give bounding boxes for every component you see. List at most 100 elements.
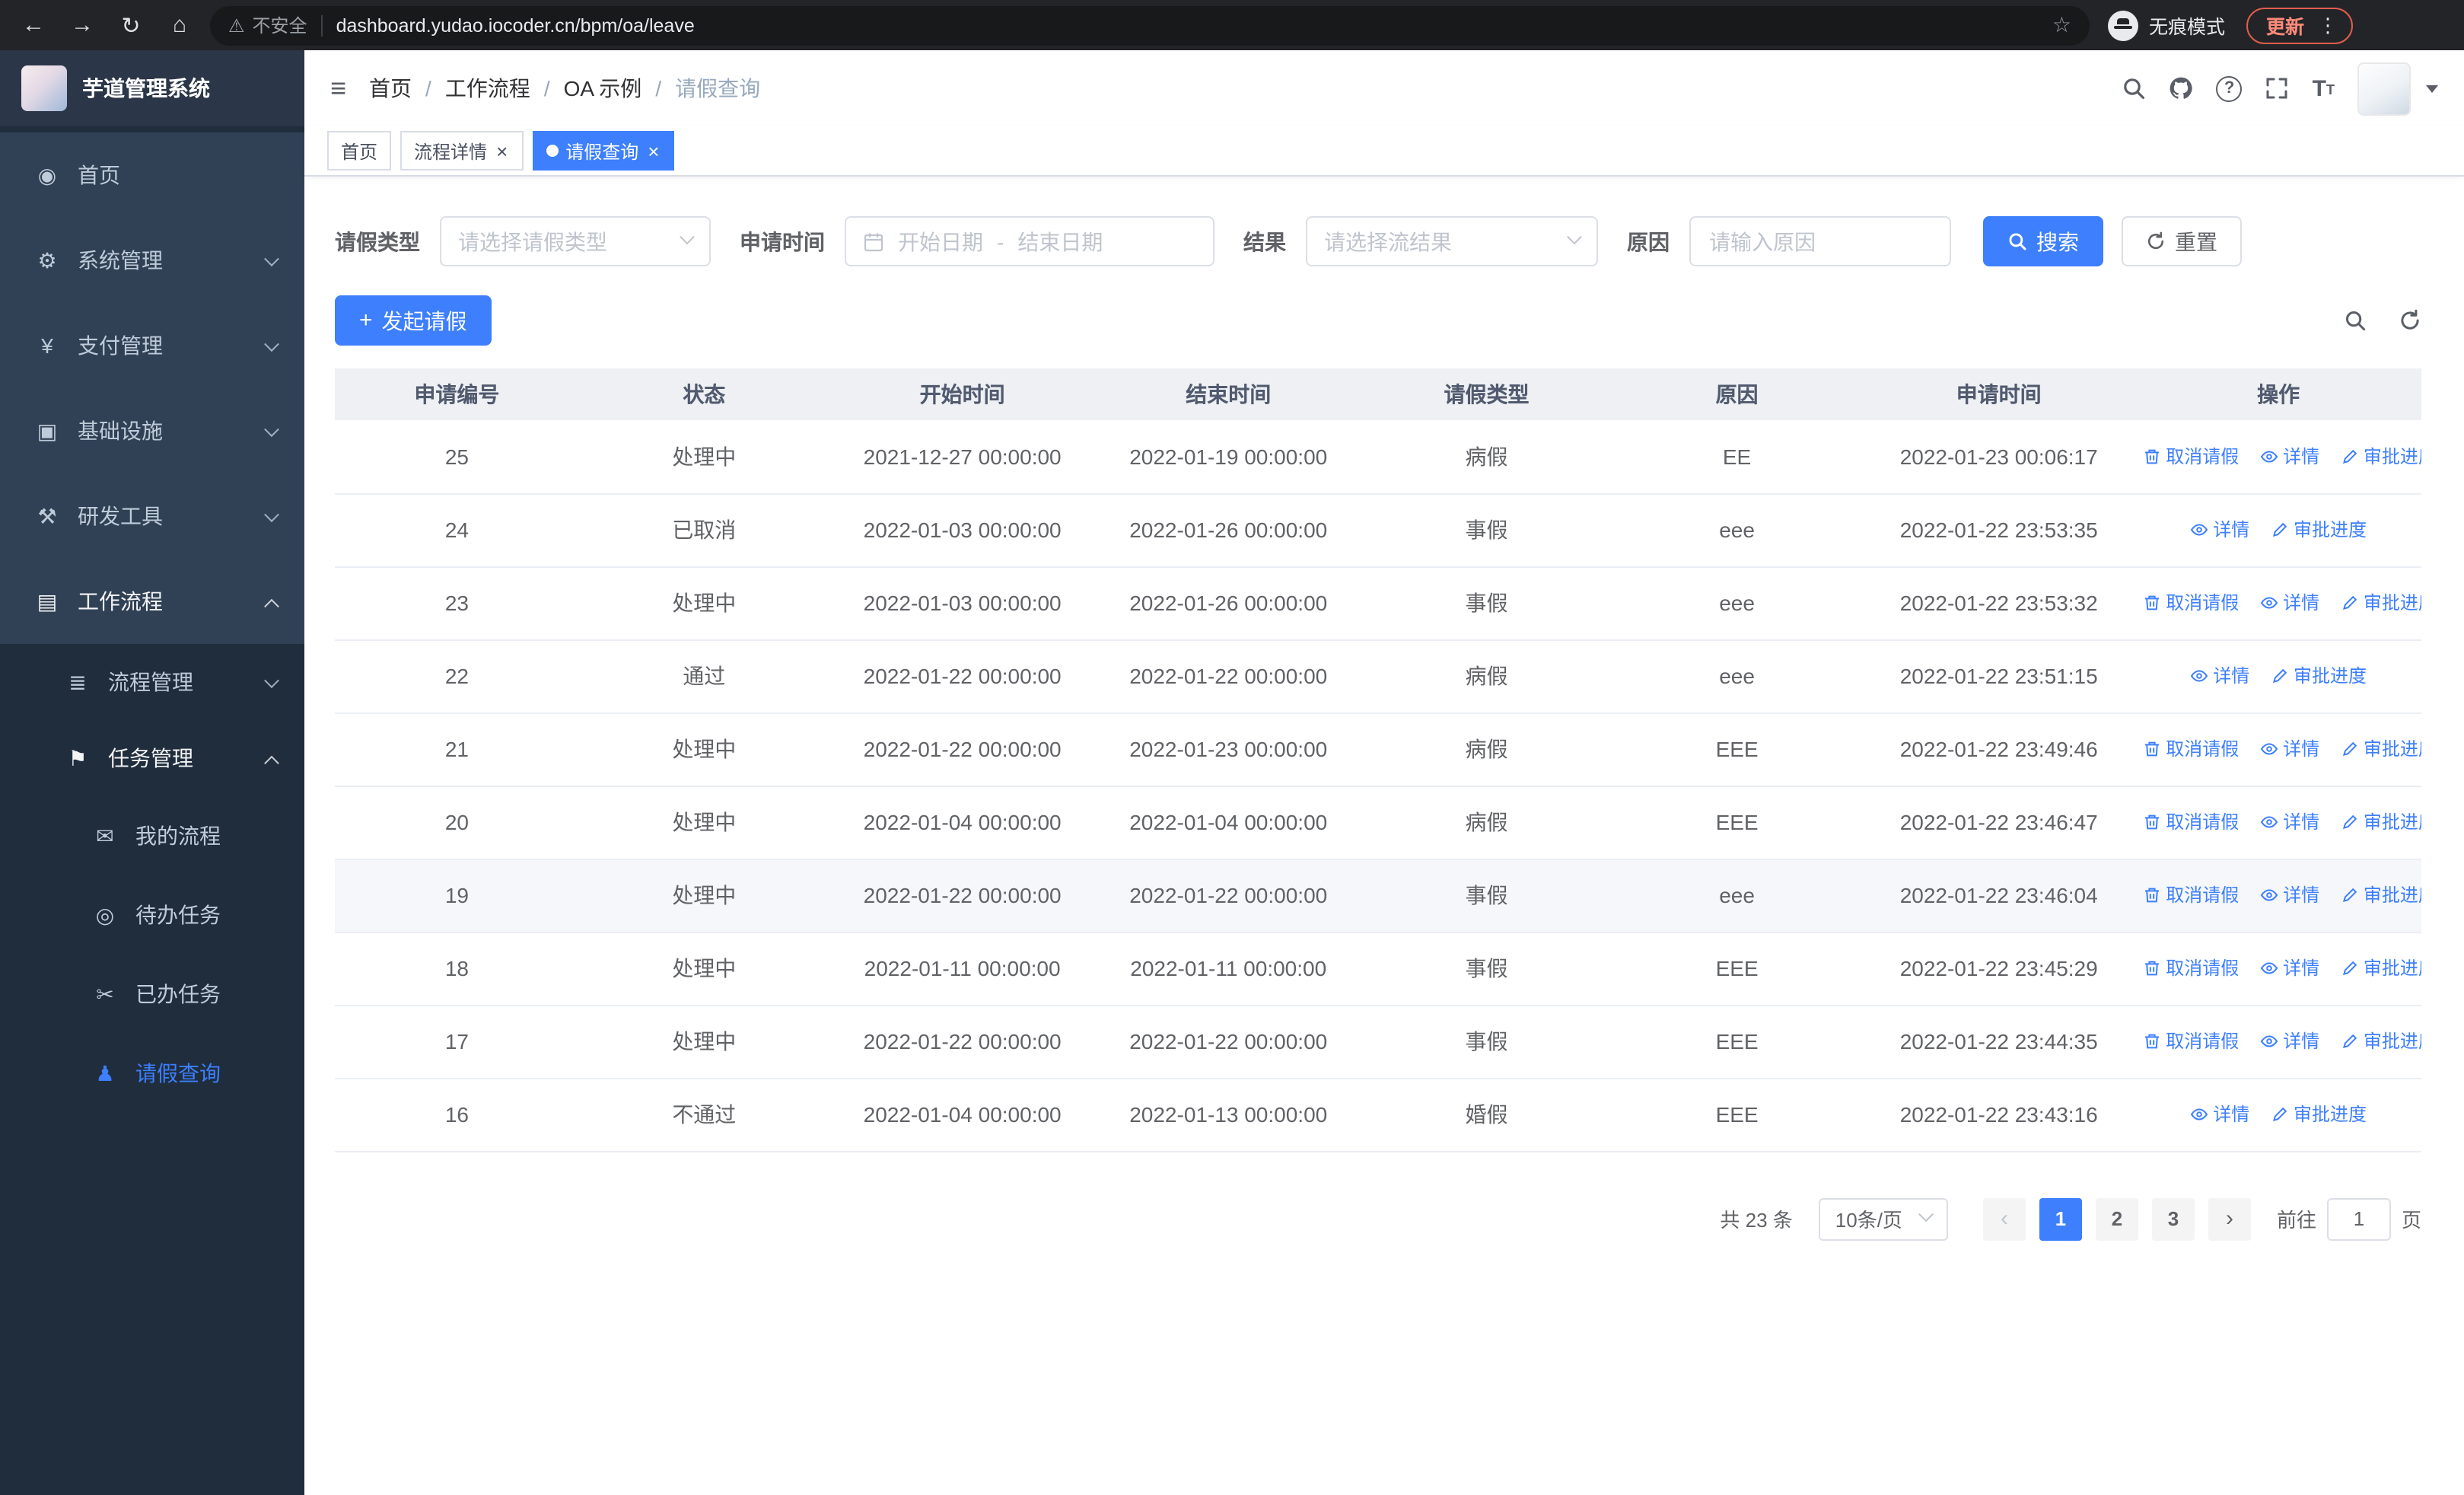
sidebar-submenu-item[interactable]: ⚑ 任务管理 xyxy=(0,720,304,796)
sidebar-top-group: ◉ 首页 ⚙ 系统管理 ¥ 支付管理 ▣ 基础设施 ⚒ 研发工具 ▤ 工作流程 xyxy=(0,132,304,644)
forward-icon[interactable]: → xyxy=(64,7,100,43)
detail-link[interactable]: 详情 xyxy=(2260,955,2319,981)
pen-icon xyxy=(2342,1034,2357,1048)
refresh-table-icon[interactable] xyxy=(2399,309,2421,332)
search-icon[interactable] xyxy=(2122,76,2147,100)
sidebar-menu-item[interactable]: ▣ 基础设施 xyxy=(0,388,304,473)
reload-icon[interactable]: ↻ xyxy=(113,7,149,43)
result-placeholder: 请选择流结果 xyxy=(1324,229,1452,253)
result-select[interactable]: 请选择流结果 xyxy=(1306,216,1598,266)
back-icon[interactable]: ← xyxy=(15,7,52,43)
approval-progress-link[interactable]: 审批进度 xyxy=(2341,955,2421,981)
caret-down-icon[interactable] xyxy=(2426,84,2438,92)
font-size-icon[interactable]: TT xyxy=(2313,77,2335,100)
approval-progress-link[interactable]: 审批进度 xyxy=(2341,590,2421,616)
result-label: 结果 xyxy=(1243,229,1286,253)
search-button[interactable]: 搜索 xyxy=(1983,216,2103,266)
github-icon[interactable] xyxy=(2170,76,2194,100)
collapse-sidebar-icon[interactable]: ≡ xyxy=(330,72,346,104)
detail-link[interactable]: 详情 xyxy=(2260,809,2319,835)
breadcrumb-item: OA 示例 / xyxy=(564,73,662,104)
tab-label: 流程详情 xyxy=(414,141,488,162)
reset-button[interactable]: 重置 xyxy=(2122,216,2242,266)
page-number-button[interactable]: 3 xyxy=(2151,1197,2195,1240)
detail-link[interactable]: 详情 xyxy=(2260,1028,2319,1054)
cell-status: 处理中 xyxy=(578,566,829,640)
detail-link[interactable]: 详情 xyxy=(2260,590,2319,616)
apply-time-range-picker[interactable]: 开始日期 - 结束日期 xyxy=(845,216,1214,266)
cancel-leave-link[interactable]: 取消请假 xyxy=(2143,590,2239,616)
cancel-leave-link[interactable]: 取消请假 xyxy=(2143,882,2239,908)
cancel-leave-link[interactable]: 取消请假 xyxy=(2143,736,2239,762)
toggle-search-icon[interactable] xyxy=(2344,309,2367,332)
jump-suffix-label: 页 xyxy=(2401,1209,2421,1232)
sidebar-menu-item[interactable]: ⚒ 研发工具 xyxy=(0,473,304,559)
page-number-button[interactable]: 2 xyxy=(2095,1197,2138,1240)
cell-apply-no: 25 xyxy=(335,420,579,494)
breadcrumb-item: 请假查询 / xyxy=(675,73,760,104)
sidebar-leaf-item[interactable]: ♟ 请假查询 xyxy=(0,1034,304,1113)
approval-progress-link[interactable]: 审批进度 xyxy=(2341,1028,2421,1054)
page-size-select[interactable]: 10条/页 xyxy=(1818,1197,1948,1240)
view-tab[interactable]: 流程详情 × xyxy=(400,131,524,171)
browser-update-button[interactable]: 更新 ⋮ xyxy=(2246,7,2354,43)
leave-query-icon: ♟ xyxy=(95,1060,115,1085)
fullscreen-icon[interactable] xyxy=(2265,76,2290,100)
bookmark-star-icon[interactable]: ☆ xyxy=(2052,12,2071,38)
breadcrumb-link[interactable]: OA 示例 xyxy=(564,73,642,104)
approval-progress-link[interactable]: 审批进度 xyxy=(2341,809,2421,835)
detail-label: 详情 xyxy=(2283,738,2320,760)
next-page-button[interactable]: › xyxy=(2208,1197,2251,1240)
jump-page-input[interactable] xyxy=(2326,1197,2391,1240)
prev-page-button[interactable]: ‹ xyxy=(1982,1197,2026,1240)
detail-link[interactable]: 详情 xyxy=(2190,1101,2249,1127)
home-icon[interactable]: ⌂ xyxy=(161,7,198,43)
sidebar-menu-item[interactable]: ◉ 首页 xyxy=(0,132,304,218)
cancel-leave-link[interactable]: 取消请假 xyxy=(2143,809,2239,835)
approval-progress-link[interactable]: 审批进度 xyxy=(2341,882,2421,908)
view-tab[interactable]: 请假查询 × xyxy=(532,131,675,171)
cell-status: 不通过 xyxy=(578,1078,829,1152)
detail-link[interactable]: 详情 xyxy=(2190,517,2249,543)
cell-apply-no: 24 xyxy=(335,493,579,567)
tab-close-icon[interactable]: × xyxy=(646,141,661,161)
detail-link[interactable]: 详情 xyxy=(2260,736,2319,762)
sidebar-menu-item[interactable]: ⚙ 系统管理 xyxy=(0,218,304,303)
cancel-leave-link[interactable]: 取消请假 xyxy=(2143,443,2239,469)
detail-link[interactable]: 详情 xyxy=(2260,443,2319,469)
approval-progress-link[interactable]: 审批进度 xyxy=(2271,517,2367,543)
address-bar[interactable]: ⚠ 不安全 dashboard.yudao.iocoder.cn/bpm/oa/… xyxy=(210,5,2090,45)
breadcrumb-link[interactable]: 请假查询 xyxy=(675,73,760,104)
view-tab[interactable]: 首页 × xyxy=(327,131,392,171)
sidebar-menu-item[interactable]: ▤ 工作流程 xyxy=(0,559,304,644)
create-leave-button[interactable]: + 发起请假 xyxy=(335,295,492,346)
sidebar-logo-row[interactable]: 芋道管理系统 xyxy=(0,50,304,126)
detail-link[interactable]: 详情 xyxy=(2260,882,2319,908)
approval-progress-link[interactable]: 审批进度 xyxy=(2341,443,2421,469)
page-number-button[interactable]: 1 xyxy=(2039,1197,2082,1240)
approval-progress-link[interactable]: 审批进度 xyxy=(2271,663,2367,689)
cell-leave-type: 病假 xyxy=(1361,786,1612,859)
approval-progress-link[interactable]: 审批进度 xyxy=(2341,736,2421,762)
user-avatar[interactable] xyxy=(2357,62,2411,115)
sidebar-leaf-item[interactable]: ✉ 我的流程 xyxy=(0,796,304,875)
site-security-indicator[interactable]: ⚠ 不安全 xyxy=(228,12,307,38)
tab-close-icon[interactable]: × xyxy=(495,141,509,161)
approval-progress-label: 审批进度 xyxy=(2294,519,2367,541)
leave-type-select[interactable]: 请选择请假类型 xyxy=(440,216,711,266)
sidebar-leaf-item[interactable]: ◎ 待办任务 xyxy=(0,875,304,955)
chevron-icon xyxy=(264,336,279,352)
breadcrumb-link[interactable]: 首页 xyxy=(369,73,412,104)
cancel-leave-link[interactable]: 取消请假 xyxy=(2143,1028,2239,1054)
approval-progress-link[interactable]: 审批进度 xyxy=(2271,1101,2367,1127)
cancel-leave-link[interactable]: 取消请假 xyxy=(2143,955,2239,981)
breadcrumb-link[interactable]: 工作流程 xyxy=(445,73,530,104)
sidebar-submenu-item[interactable]: ≣ 流程管理 xyxy=(0,644,304,720)
sidebar-menu-item[interactable]: ¥ 支付管理 xyxy=(0,303,304,388)
reason-input[interactable] xyxy=(1689,216,1951,266)
sidebar-menu-label: 任务管理 xyxy=(108,746,193,770)
sidebar-leaf-item[interactable]: ✂ 已办任务 xyxy=(0,955,304,1034)
help-icon[interactable]: ? xyxy=(2216,75,2243,101)
detail-link[interactable]: 详情 xyxy=(2190,663,2249,689)
browser-menu-icon[interactable]: ⋮ xyxy=(2318,13,2338,37)
